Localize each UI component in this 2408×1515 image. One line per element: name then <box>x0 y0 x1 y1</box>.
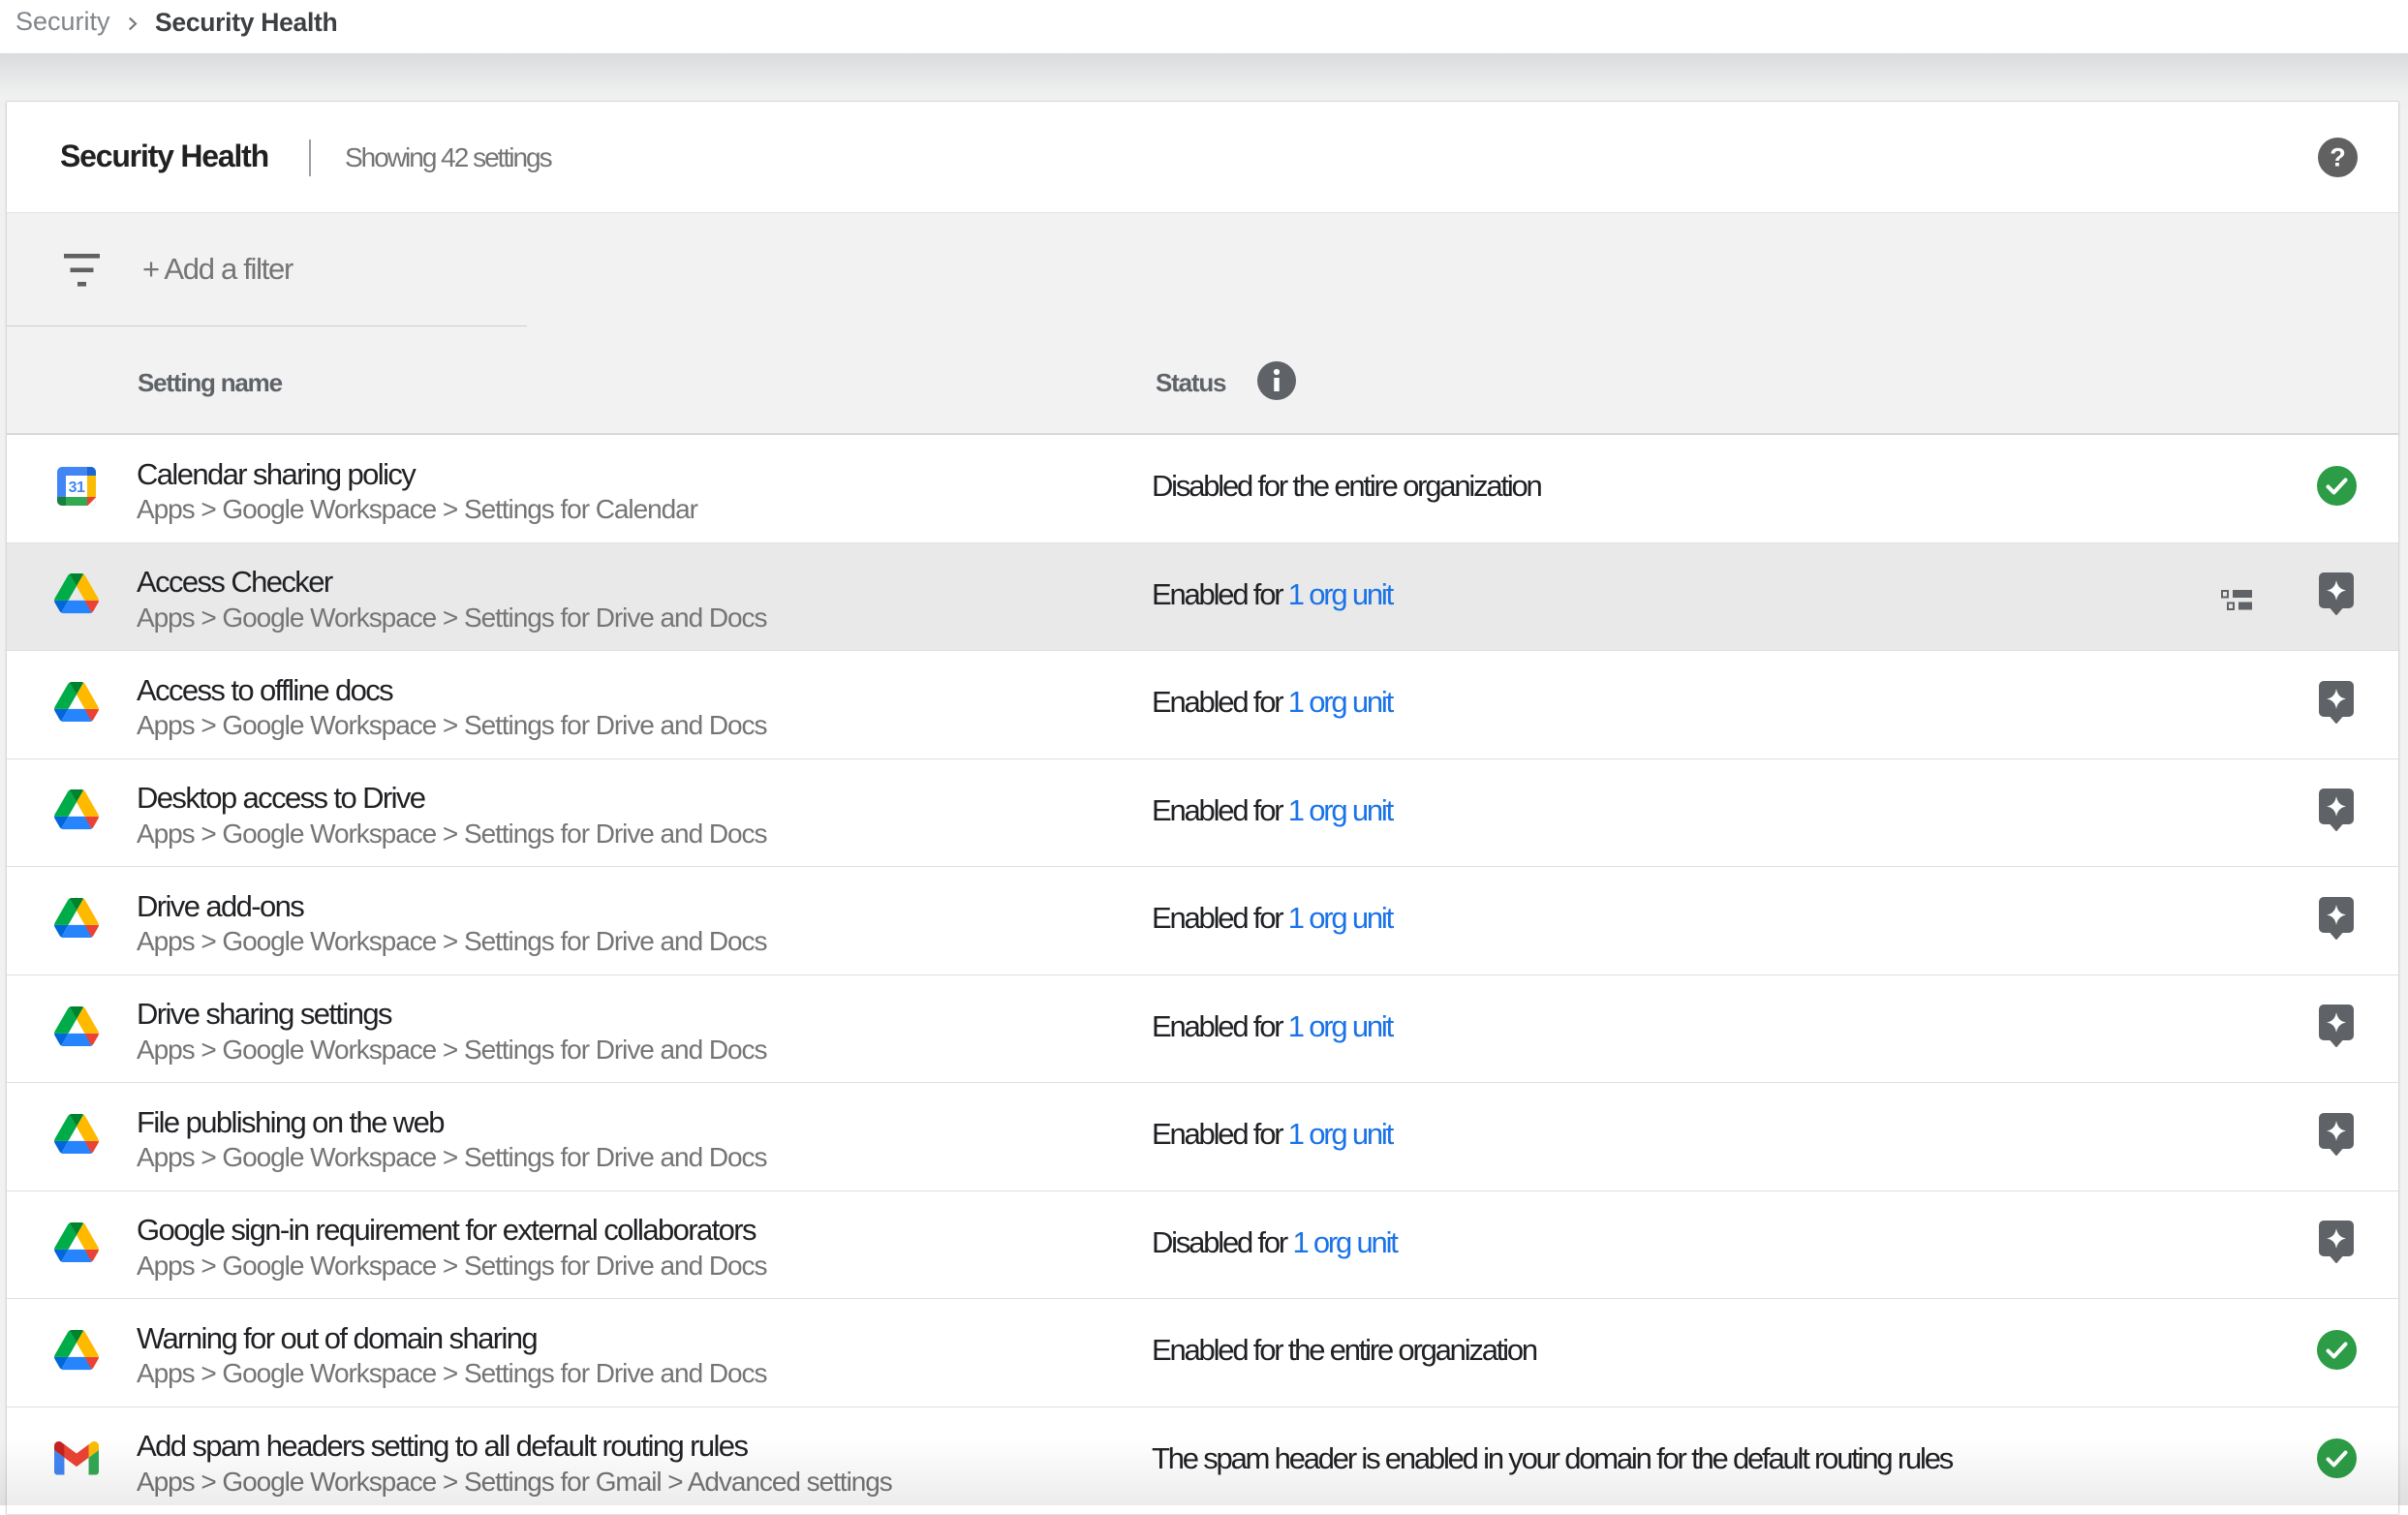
svg-text:?: ? <box>2330 143 2346 172</box>
svg-text:31: 31 <box>69 479 85 496</box>
